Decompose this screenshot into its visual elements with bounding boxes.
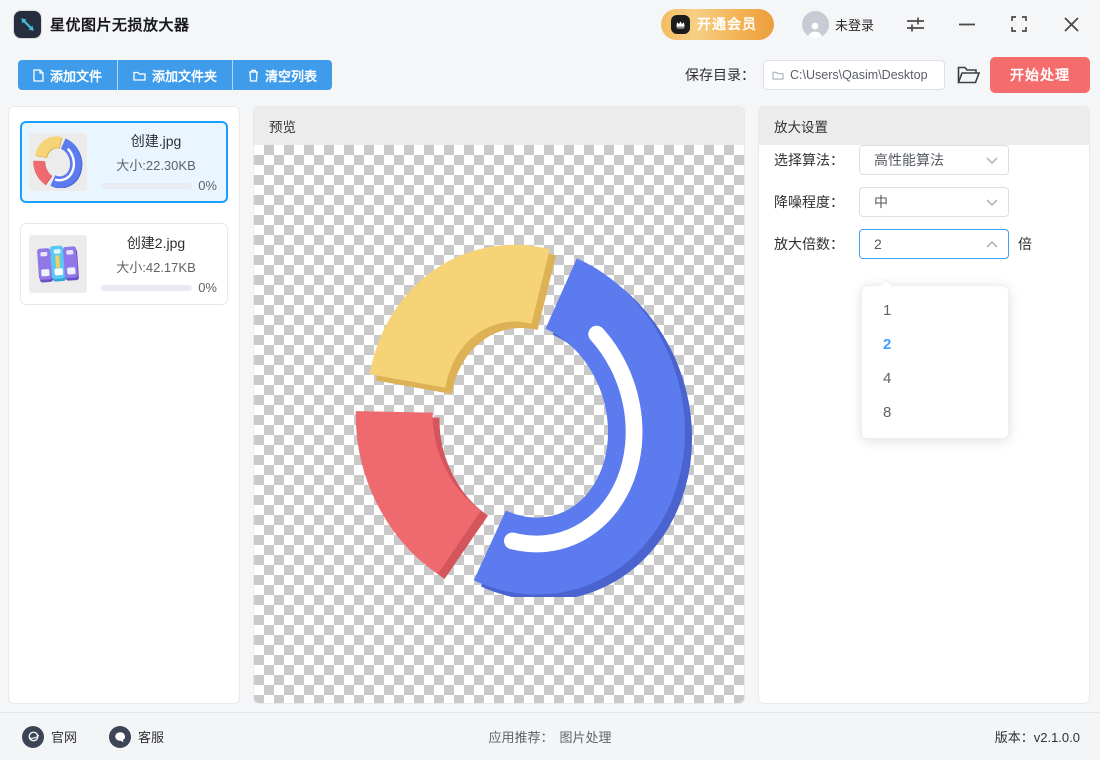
- progress-percent: 0%: [198, 280, 217, 295]
- titlebar-left: 星优图片无损放大器: [14, 11, 190, 38]
- algorithm-label: 选择算法：: [774, 150, 854, 170]
- scale-label: 放大倍数：: [774, 234, 854, 254]
- chevron-up-icon: [986, 241, 998, 248]
- chevron-down-icon: [986, 157, 998, 164]
- recommend-label: 应用推荐：: [488, 727, 553, 746]
- algorithm-value: 高性能算法: [874, 150, 986, 170]
- file-info: 创建.jpg 大小:22.30KB 0%: [95, 131, 217, 193]
- browser-e-icon: [22, 726, 44, 748]
- progress-percent: 0%: [198, 178, 217, 193]
- vip-button-label: 开通会员: [697, 14, 757, 34]
- file-thumbnail-books: [29, 235, 87, 293]
- scale-option-2[interactable]: 2: [862, 328, 1008, 362]
- denoise-label: 降噪程度：: [774, 192, 854, 212]
- trash-icon: [248, 69, 259, 82]
- toolbar-right: 保存目录： 开始处理: [685, 57, 1090, 93]
- scale-select[interactable]: 2: [859, 229, 1009, 259]
- folder-icon: [133, 70, 146, 81]
- chat-bubble-icon: [109, 726, 131, 748]
- preview-canvas: [254, 145, 744, 703]
- scale-option-1[interactable]: 1: [862, 294, 1008, 328]
- file-name: 创建.jpg: [131, 131, 182, 151]
- save-dir-field[interactable]: [763, 60, 945, 90]
- version-text: 版本：v2.1.0.0: [995, 727, 1080, 746]
- add-file-label: 添加文件: [50, 66, 102, 85]
- save-dir-label: 保存目录：: [685, 65, 755, 85]
- scale-row: 放大倍数： 2 倍: [774, 229, 1089, 259]
- website-label: 官网: [51, 727, 77, 746]
- recommend-link[interactable]: 图片处理: [560, 727, 612, 746]
- file-icon: [33, 69, 44, 82]
- progress-row: 0%: [95, 280, 217, 295]
- support-link[interactable]: 客服: [109, 726, 164, 748]
- file-list-panel: 创建.jpg 大小:22.30KB 0%: [8, 106, 240, 704]
- settings-sliders-icon[interactable]: [904, 13, 926, 35]
- support-label: 客服: [138, 727, 164, 746]
- account-area[interactable]: 未登录: [802, 11, 874, 38]
- app-title: 星优图片无损放大器: [50, 14, 190, 35]
- file-card-2[interactable]: 创建2.jpg 大小:42.17KB 0%: [20, 223, 228, 305]
- clear-list-label: 清空列表: [265, 66, 317, 85]
- scale-option-4[interactable]: 4: [862, 362, 1008, 396]
- toolbar: 添加文件 添加文件夹 清空列表 保存目录：: [0, 48, 1100, 102]
- add-folder-button[interactable]: 添加文件夹: [118, 60, 233, 90]
- maximize-button[interactable]: [1008, 13, 1030, 35]
- scale-options-dropdown: 1 2 4 8: [861, 285, 1009, 439]
- website-link[interactable]: 官网: [22, 726, 77, 748]
- settings-header: 放大设置: [759, 107, 1089, 145]
- clear-list-button[interactable]: 清空列表: [233, 60, 332, 90]
- vip-button[interactable]: 开通会员: [661, 9, 774, 40]
- avatar-icon: [802, 11, 829, 38]
- file-actions-group: 添加文件 添加文件夹 清空列表: [18, 60, 332, 90]
- folder-small-icon: [772, 70, 784, 80]
- start-process-button[interactable]: 开始处理: [990, 57, 1090, 93]
- progress-bar: [101, 285, 192, 291]
- file-size: 大小:22.30KB: [116, 155, 196, 174]
- progress-row: 0%: [95, 178, 217, 193]
- denoise-row: 降噪程度： 中: [774, 187, 1089, 217]
- footer: 官网 客服 应用推荐： 图片处理 版本：v2.1.0.0: [0, 712, 1100, 760]
- file-name: 创建2.jpg: [127, 233, 185, 253]
- app-logo-icon: [14, 11, 41, 38]
- algorithm-select[interactable]: 高性能算法: [859, 145, 1009, 175]
- file-thumbnail-donut: [29, 133, 87, 191]
- denoise-select[interactable]: 中: [859, 187, 1009, 217]
- preview-header: 预览: [254, 107, 744, 145]
- scale-value: 2: [874, 236, 986, 252]
- algorithm-row: 选择算法： 高性能算法: [774, 145, 1089, 175]
- browse-folder-button[interactable]: [957, 66, 980, 84]
- scale-option-8[interactable]: 8: [862, 396, 1008, 430]
- add-folder-label: 添加文件夹: [152, 66, 217, 85]
- add-file-button[interactable]: 添加文件: [18, 60, 118, 90]
- app-window: 星优图片无损放大器 开通会员 未登录: [0, 0, 1100, 760]
- login-status: 未登录: [835, 15, 874, 34]
- titlebar: 星优图片无损放大器 开通会员 未登录: [0, 0, 1100, 48]
- save-dir-input[interactable]: [790, 68, 951, 82]
- crown-icon: [671, 15, 690, 34]
- minimize-button[interactable]: [956, 13, 978, 35]
- progress-bar: [101, 183, 192, 189]
- settings-panel: 放大设置 选择算法： 高性能算法 降噪程度： 中: [758, 106, 1090, 704]
- close-button[interactable]: [1060, 13, 1082, 35]
- preview-image-donut-chart: [348, 242, 703, 597]
- titlebar-right: 开通会员 未登录: [661, 9, 1082, 40]
- app-recommend: 应用推荐： 图片处理: [488, 727, 611, 746]
- file-card-1[interactable]: 创建.jpg 大小:22.30KB 0%: [20, 121, 228, 203]
- file-info: 创建2.jpg 大小:42.17KB 0%: [95, 233, 217, 295]
- denoise-value: 中: [874, 192, 986, 212]
- scale-unit: 倍: [1018, 234, 1032, 254]
- preview-panel: 预览: [253, 106, 745, 704]
- file-size: 大小:42.17KB: [116, 257, 196, 276]
- chevron-down-icon: [986, 199, 998, 206]
- main-area: 创建.jpg 大小:22.30KB 0%: [0, 102, 1100, 712]
